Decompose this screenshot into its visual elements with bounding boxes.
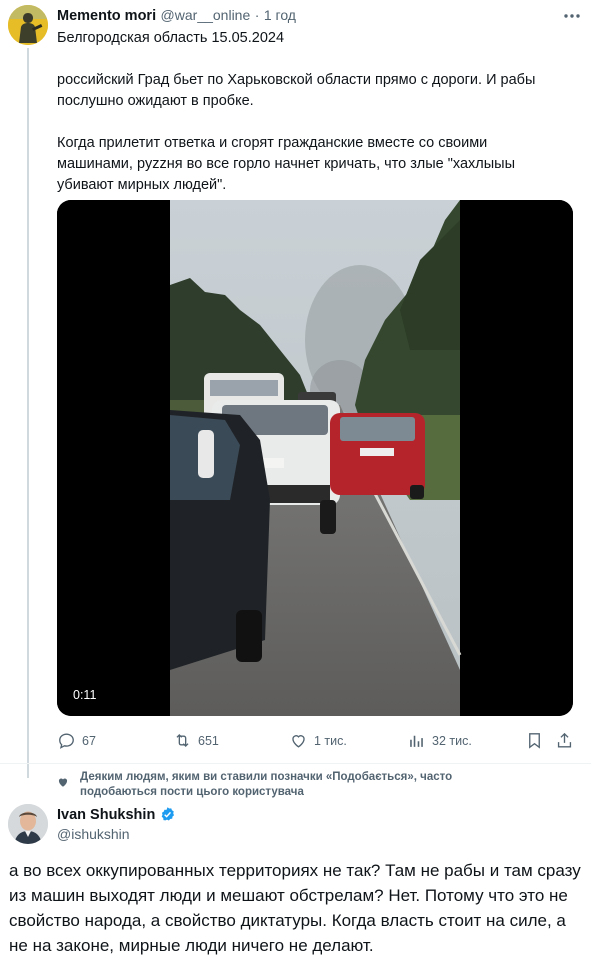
reply-count: 67 (82, 733, 96, 748)
bookmark-button[interactable] (525, 731, 544, 755)
author-handle[interactable]: @ishukshin (57, 826, 130, 842)
video-frame (57, 200, 573, 716)
more-icon (564, 14, 580, 18)
tweet-1-para3: Когда прилетит ответка и сгорят гражданс… (57, 135, 515, 193)
author-name[interactable]: Memento mori (57, 8, 156, 24)
avatar-image (8, 804, 48, 844)
author-name[interactable]: Ivan Shukshin (57, 807, 155, 823)
tweet-1-para2: российский Град бьет по Харьковской обла… (57, 72, 536, 109)
repost-icon (176, 734, 189, 747)
avatar-image (8, 5, 48, 45)
tweet-1-line1: Белгородская область 15.05.2024 (57, 30, 285, 46)
like-button[interactable]: 1 тис. (289, 731, 347, 750)
views-icon (410, 735, 423, 747)
avatar-memento-mori[interactable] (8, 5, 48, 45)
verified-icon (162, 807, 175, 821)
separator: · (254, 7, 260, 23)
more-button[interactable] (560, 6, 584, 26)
video-player[interactable]: 0:11 (57, 200, 573, 716)
like-icon (292, 735, 305, 748)
avatar-ivan-shukshin[interactable] (8, 804, 48, 844)
tweet-2-text: а во всех оккупированных территориях не … (9, 861, 581, 955)
video-duration: 0:11 (73, 688, 97, 702)
views-button[interactable]: 32 тис. (407, 731, 472, 750)
reply-icon (59, 733, 74, 749)
thread-line (27, 48, 29, 778)
reply-button[interactable]: 67 (57, 731, 96, 750)
bookmark-icon (529, 733, 540, 749)
heart-filled-icon (58, 778, 68, 787)
repost-count: 651 (198, 733, 219, 748)
like-count: 1 тис. (314, 733, 347, 748)
views-count: 32 тис. (432, 733, 472, 748)
tweet-2-header: Ivan Shukshin (57, 806, 176, 823)
divider (0, 763, 591, 764)
share-icon (557, 732, 572, 748)
share-button[interactable] (555, 731, 574, 755)
author-handle[interactable]: @war__online (161, 7, 251, 23)
repost-button[interactable]: 651 (173, 731, 219, 750)
tweet-1-header: Memento mori @war__online · 1 год (57, 7, 296, 25)
timestamp[interactable]: 1 год (264, 7, 296, 23)
social-context-text: Деяким людям, яким ви ставили позначки «… (80, 771, 453, 798)
